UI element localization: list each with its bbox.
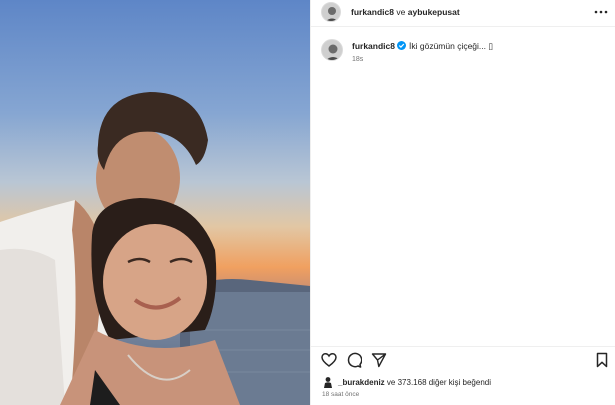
liker-username-link[interactable]: _burakdeniz [338, 378, 385, 387]
photo-scene [0, 92, 310, 405]
author-avatar[interactable] [321, 2, 341, 22]
caption: furkandic8 İki gözümün çiçeği... ▯ 18s [311, 37, 615, 69]
liker-avatar-icon[interactable] [322, 376, 334, 388]
likes-text[interactable]: _burakdeniz ve 373.168 diğer kişi beğend… [338, 378, 491, 387]
caption-timestamp: 18s [352, 56, 364, 63]
post-header: furkandic8 ve aybukepusat [311, 0, 615, 27]
comment-icon[interactable] [346, 352, 362, 368]
post-details-panel: furkandic8 ve aybukepusat furkandic8 İki… [310, 0, 615, 405]
caption-author-avatar[interactable] [321, 39, 343, 61]
caption-text: İki gözümün çiçeği... ▯ [409, 41, 494, 51]
verified-badge-icon [397, 41, 406, 50]
coauthor-username-link[interactable]: aybukepusat [408, 7, 460, 17]
action-bar [311, 348, 615, 372]
likes-summary: _burakdeniz ve 373.168 diğer kişi beğend… [311, 374, 615, 390]
post-photo[interactable] [0, 0, 310, 405]
actions-divider [311, 346, 615, 347]
bookmark-icon[interactable] [594, 352, 610, 368]
heart-icon[interactable] [321, 352, 337, 368]
caption-username-link[interactable]: furkandic8 [352, 41, 395, 51]
likes-count-text: ve 373.168 diğer kişi beğendi [386, 378, 491, 387]
header-authors: furkandic8 ve aybukepusat [351, 7, 460, 17]
share-icon[interactable] [371, 352, 387, 368]
post-timestamp: 18 saat önce [322, 391, 360, 398]
ellipsis-icon[interactable] [594, 6, 608, 18]
author-username-link[interactable]: furkandic8 [351, 7, 394, 17]
author-connector: ve [396, 7, 406, 17]
